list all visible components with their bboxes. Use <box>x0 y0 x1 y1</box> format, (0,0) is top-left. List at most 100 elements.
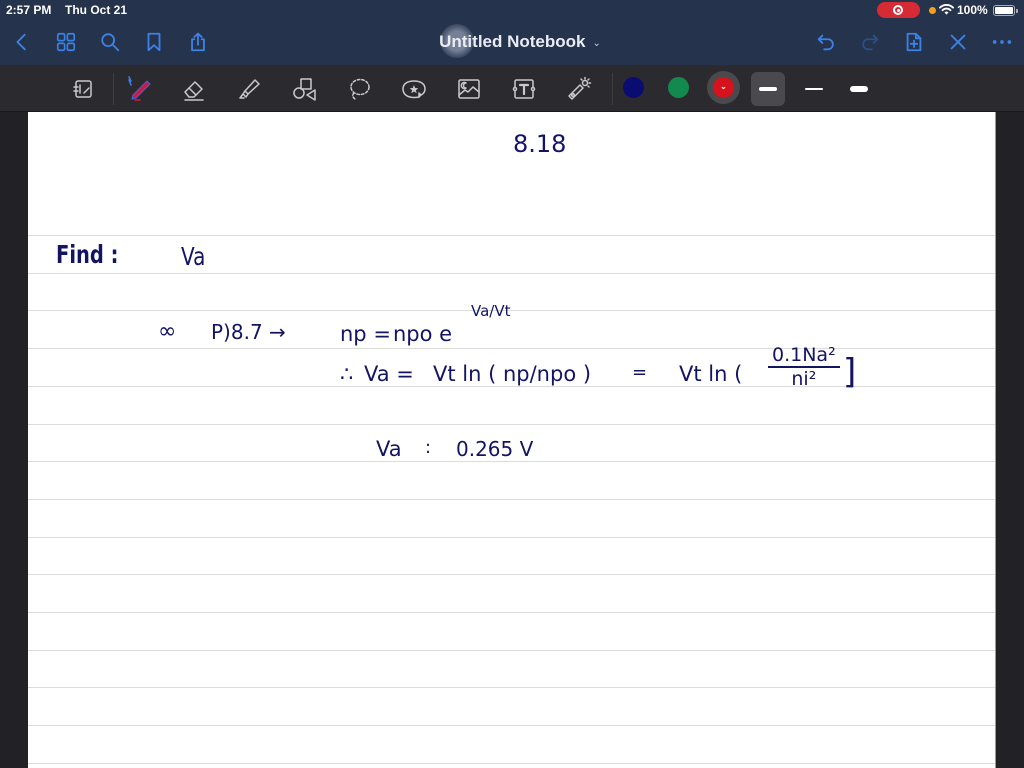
ruled-line <box>28 461 995 463</box>
eq1-reference: P)8.7 → <box>211 320 286 344</box>
eraser-tool[interactable] <box>179 74 209 104</box>
back-button[interactable] <box>9 29 35 55</box>
color-swatch-navy[interactable] <box>623 77 644 98</box>
redo-button[interactable] <box>857 29 883 55</box>
ruled-line <box>28 725 995 727</box>
record-icon <box>893 5 903 15</box>
close-button[interactable] <box>945 29 971 55</box>
grid-icon <box>56 32 76 52</box>
undo-button[interactable] <box>813 29 839 55</box>
toolbar-divider <box>612 73 613 105</box>
close-icon <box>950 34 966 50</box>
drawing-toolbar: ⌄ <box>0 65 1024 112</box>
color-swatch-red[interactable]: ⌄ <box>713 77 734 98</box>
lasso-icon <box>350 78 370 100</box>
image-icon <box>458 79 480 99</box>
app-header: 2:57 PM Thu Oct 21 100% Untitled Noteboo… <box>0 0 1024 65</box>
fraction-numerator: 0.1Na² <box>768 344 840 368</box>
chevron-down-icon: ⌄ <box>720 82 727 91</box>
wifi-icon <box>939 4 954 15</box>
stroke-width-thick[interactable] <box>842 72 876 106</box>
eraser-icon <box>184 81 204 101</box>
text-icon <box>512 79 536 99</box>
back-icon <box>16 33 26 51</box>
ruled-line <box>28 687 995 689</box>
text-tool[interactable] <box>509 74 539 104</box>
page-view-icon <box>73 80 92 98</box>
stroke-width-medium[interactable] <box>751 72 785 106</box>
toolbar-divider <box>113 73 114 105</box>
bookmark-icon <box>147 32 161 52</box>
find-value: Va <box>181 242 206 271</box>
eq2-rhs-prefix: Vt ln ( <box>679 362 743 386</box>
redo-icon <box>862 34 879 51</box>
status-time: 2:57 PM <box>6 3 52 17</box>
more-icon <box>992 40 1012 44</box>
sticker-tool[interactable] <box>399 74 429 104</box>
ruled-line <box>28 348 995 350</box>
lasso-tool[interactable] <box>344 74 374 104</box>
notebook-canvas: 8.18 Find : Va ∞ P)8.7 → np = npo e Va/V… <box>0 112 1024 768</box>
therefore-symbol: ∴ <box>340 362 354 386</box>
status-date: Thu Oct 21 <box>65 3 128 17</box>
search-icon <box>101 33 120 52</box>
add-page-icon <box>906 32 922 52</box>
fraction-denominator: ni² <box>791 368 817 390</box>
shapes-icon <box>293 78 316 101</box>
eq1-prefix: ∞ <box>158 319 177 344</box>
ruled-line <box>28 762 995 764</box>
screen-recording-indicator[interactable] <box>877 2 920 18</box>
laser-pointer-icon <box>568 76 592 100</box>
image-tool[interactable] <box>454 74 484 104</box>
find-label: Find : <box>56 240 119 269</box>
chevron-down-icon: ⌄ <box>592 37 601 49</box>
laser-pointer-tool[interactable] <box>564 74 594 104</box>
eq2-lhs: Va = <box>364 362 414 386</box>
ruled-line <box>28 272 995 274</box>
ruled-line <box>28 612 995 613</box>
pen-tool[interactable] <box>124 74 154 104</box>
ruled-line <box>28 574 995 576</box>
eq2-middle: Vt ln ( np/npo ) <box>433 362 592 386</box>
stroke-thick-icon <box>850 86 868 92</box>
add-page-button[interactable] <box>901 29 927 55</box>
search-button[interactable] <box>97 29 123 55</box>
bookmark-button[interactable] <box>141 29 167 55</box>
pen-icon <box>128 76 151 101</box>
microphone-indicator-dot <box>929 7 936 14</box>
battery-icon <box>993 5 1018 16</box>
answer-lhs: Va <box>376 437 402 461</box>
eq2-fraction: 0.1Na² ni² <box>768 344 840 390</box>
stroke-medium-icon <box>759 87 777 91</box>
more-button[interactable] <box>989 29 1015 55</box>
answer-value: 0.265 V <box>456 437 534 461</box>
notebook-title: Untitled Notebook <box>439 32 586 51</box>
ruled-line <box>28 310 995 312</box>
ruled-line <box>28 536 995 538</box>
notebook-page[interactable]: 8.18 Find : Va ∞ P)8.7 → np = npo e Va/V… <box>28 112 996 768</box>
page-view-tool[interactable] <box>68 74 98 104</box>
ruled-line <box>28 235 995 236</box>
problem-number: 8.18 <box>513 130 567 158</box>
fraction: 0.1Na² ni² <box>768 344 840 390</box>
share-button[interactable] <box>185 29 211 55</box>
highlighter-tool[interactable] <box>234 74 264 104</box>
color-swatch-green[interactable] <box>668 77 689 98</box>
notebook-title-button[interactable]: Untitled Notebook ⌄ <box>420 28 620 56</box>
answer-equals: : <box>425 437 432 458</box>
thumbnails-button[interactable] <box>53 29 79 55</box>
eq1-exponent: Va/Vt <box>471 302 511 320</box>
stroke-thin-icon <box>805 88 823 90</box>
share-icon <box>191 32 205 52</box>
stroke-width-thin[interactable] <box>797 72 831 106</box>
eq1-rhs: npo e <box>393 322 453 346</box>
eq2-equals: = <box>632 362 648 383</box>
eq1-lhs: np = <box>340 322 391 346</box>
ruled-line <box>28 498 995 500</box>
undo-icon <box>817 34 834 51</box>
status-bar: 2:57 PM Thu Oct 21 100% <box>0 0 1024 20</box>
ruled-line <box>28 649 995 651</box>
sticker-icon <box>402 80 426 99</box>
shapes-tool[interactable] <box>289 74 319 104</box>
highlighter-icon <box>239 79 260 99</box>
